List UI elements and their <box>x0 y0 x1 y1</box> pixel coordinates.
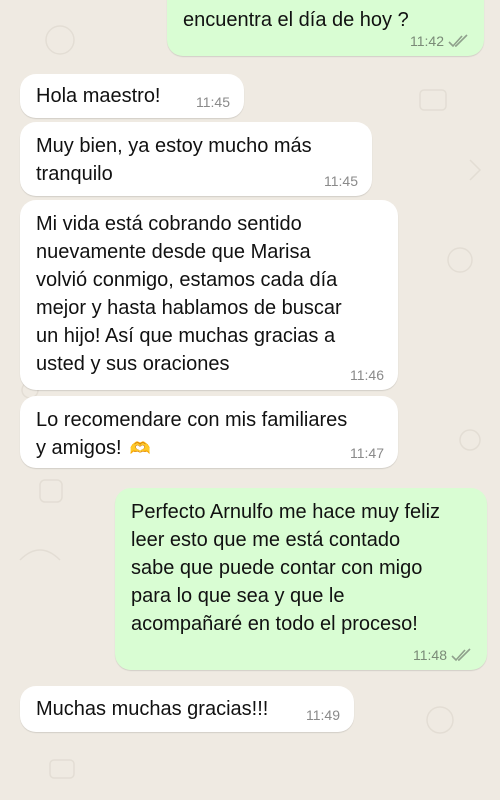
message-meta: 11:45 <box>324 173 358 189</box>
message-time: 11:48 <box>413 647 447 663</box>
message-time: 11:46 <box>350 367 384 383</box>
message-meta: 11:47 <box>350 445 384 461</box>
message-bubble-outgoing[interactable]: encuentra el día de hoy ? 11:42 <box>167 0 484 56</box>
read-ticks-icon <box>451 648 471 662</box>
message-meta: 11:49 <box>306 707 340 723</box>
message-time: 11:45 <box>196 94 230 110</box>
message-bubble-incoming[interactable]: Mi vida está cobrando sentido nuevamente… <box>20 200 398 390</box>
read-ticks-icon <box>448 34 468 48</box>
message-meta: 11:42 <box>410 33 470 49</box>
message-text-body: Lo recomendare con mis familiares y amig… <box>36 409 348 459</box>
message-text: Lo recomendare con mis familiares y amig… <box>36 406 384 463</box>
message-text: Perfecto Arnulfo me hace muy feliz leer … <box>131 501 441 635</box>
message-time: 11:47 <box>350 445 384 461</box>
heart-hands-emoji: 🫶 <box>129 439 151 459</box>
message-meta: 11:45 <box>196 94 230 110</box>
message-bubble-outgoing[interactable]: Perfecto Arnulfo me hace muy feliz leer … <box>115 488 487 670</box>
message-time: 11:45 <box>324 173 358 189</box>
message-time: 11:42 <box>410 33 444 49</box>
message-text: Mi vida está cobrando sentido nuevamente… <box>36 213 342 375</box>
message-bubble-incoming[interactable]: Hola maestro! 11:45 <box>20 74 244 118</box>
message-bubble-incoming[interactable]: Muchas muchas gracias!!! 11:49 <box>20 686 354 732</box>
message-text: Muy bien, ya estoy mucho más tranquilo <box>36 135 312 185</box>
message-text: Hola maestro! <box>36 85 161 107</box>
message-text: encuentra el día de hoy ? <box>183 9 409 31</box>
message-meta: 11:46 <box>350 367 384 383</box>
message-meta: 11:48 <box>413 647 473 663</box>
message-time: 11:49 <box>306 707 340 723</box>
message-bubble-incoming[interactable]: Lo recomendare con mis familiares y amig… <box>20 396 398 468</box>
chat-view: encuentra el día de hoy ? 11:42 Hola mae… <box>0 0 500 800</box>
message-text: Muchas muchas gracias!!! <box>36 698 269 720</box>
message-bubble-incoming[interactable]: Muy bien, ya estoy mucho más tranquilo 1… <box>20 122 372 196</box>
